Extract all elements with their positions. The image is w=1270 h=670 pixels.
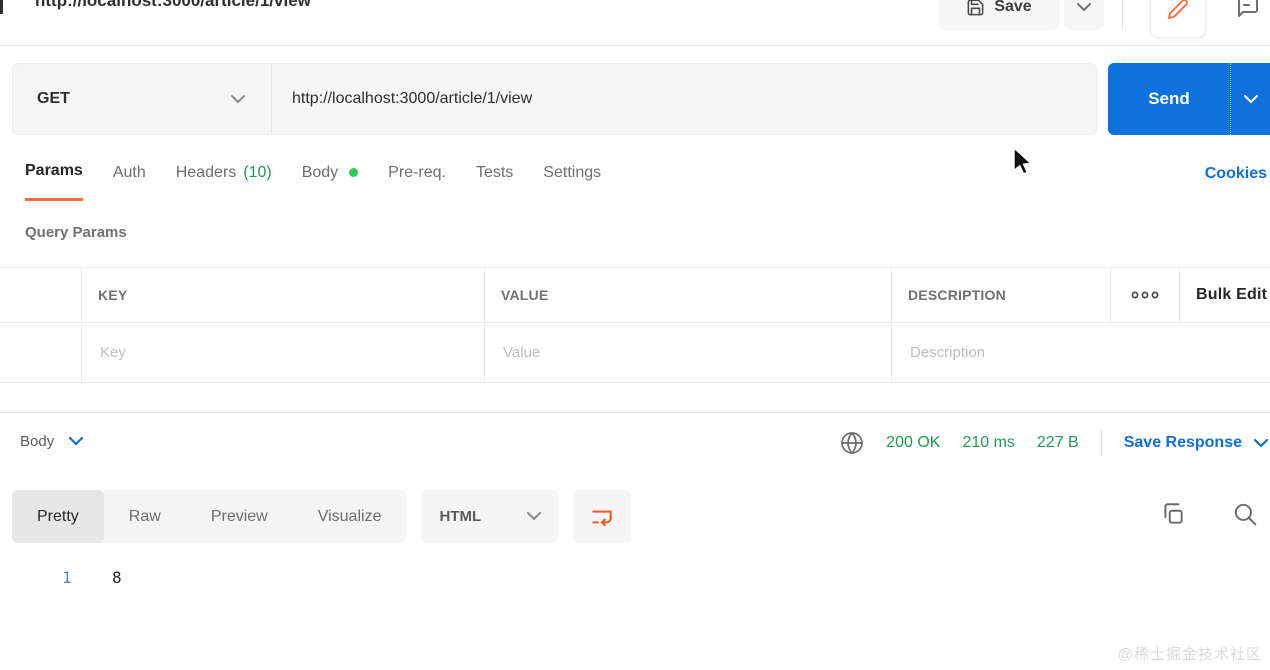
response-body-content: 8 [112,568,122,587]
description-column-header: DESCRIPTION [891,268,1110,322]
response-view-tabs: Pretty Raw Preview Visualize [12,490,407,543]
tab-settings[interactable]: Settings [543,160,601,201]
wrap-text-button[interactable] [573,490,632,543]
tab-pretty[interactable]: Pretty [12,490,104,543]
topbar-divider [1122,0,1123,30]
save-options-button[interactable] [1064,0,1104,30]
send-button-label[interactable]: Send [1108,63,1230,135]
request-title: http://localhost:3000/article/1/view [35,0,311,10]
headers-count-badge: (10) [243,163,272,181]
value-cell [484,323,891,382]
save-response-button[interactable]: Save Response [1124,434,1268,452]
chevron-down-icon [1243,94,1258,103]
tab-pre-request[interactable]: Pre-req. [388,160,446,201]
tab-params[interactable]: Params [25,160,83,201]
tab-headers[interactable]: Headers (10) [176,160,272,201]
chevron-down-icon [231,94,245,103]
response-stats: 200 OK 210 ms 227 B Save Response [840,430,1268,456]
tab-headers-label: Headers [175,163,237,181]
send-options-button[interactable] [1230,63,1270,135]
copy-response-button[interactable] [1160,501,1186,532]
save-response-label: Save Response [1123,434,1242,451]
cursor-pointer [1013,148,1033,175]
response-view-toolbar: Pretty Raw Preview Visualize HTML [12,490,632,543]
save-icon [967,0,984,15]
chevron-down-icon [1254,438,1268,448]
request-title-bar: http://localhost:3000/article/1/view Sav… [0,0,1270,46]
key-input[interactable] [98,343,469,362]
row-checkbox-cell [0,323,81,382]
comment-button[interactable] [1226,0,1270,28]
network-button[interactable] [840,431,864,455]
response-body-label: Body [20,433,55,450]
body-dot-indicator [349,168,359,177]
search-icon [1234,503,1257,526]
send-button[interactable]: Send [1108,63,1270,135]
value-column-header: VALUE [484,268,891,322]
watermark: @稀土掘金技术社区 [1117,646,1262,663]
stats-divider [1100,430,1102,456]
line-number: 1 [62,568,72,587]
copy-icon [1164,503,1183,524]
response-format-label: HTML [439,508,482,525]
more-options-icon [1131,291,1159,299]
search-response-button[interactable] [1232,501,1258,532]
request-tabs: Params Auth Headers (10) Body Pre-req. T… [25,160,601,201]
tab-edge-mark [0,0,3,14]
tab-body[interactable]: Body [301,160,359,201]
url-input[interactable] [272,64,1096,134]
cookies-link[interactable]: Cookies [1205,165,1267,183]
chevron-down-icon [1077,2,1091,11]
checkbox-column-header [0,268,81,322]
request-url-bar: GET [12,63,1097,135]
tab-tests[interactable]: Tests [476,160,513,201]
tab-auth[interactable]: Auth [113,160,146,201]
save-button[interactable]: Save [938,0,1060,30]
value-input[interactable] [501,343,876,362]
key-column-header: KEY [81,268,484,322]
query-params-title: Query Params [25,224,127,241]
method-label: GET [37,90,70,107]
description-input[interactable] [908,343,1256,362]
wrap-text-icon [592,510,613,526]
table-header-row: KEY VALUE DESCRIPTION Bulk Edit [0,267,1270,323]
response-time[interactable]: 210 ms [962,434,1014,452]
app-window: http://localhost:3000/article/1/view Sav… [0,0,1270,670]
tab-body-label: Body [301,163,339,181]
comment-icon [1238,0,1258,17]
tab-visualize[interactable]: Visualize [293,490,407,543]
bulk-edit-button[interactable]: Bulk Edit [1179,268,1270,322]
key-cell [81,323,484,382]
chevron-down-icon [69,437,84,446]
method-select[interactable]: GET [13,64,272,134]
query-params-table: KEY VALUE DESCRIPTION Bulk Edit [0,267,1270,383]
response-size[interactable]: 227 B [1037,434,1079,452]
response-body-select[interactable]: Body [20,433,84,450]
save-button-label: Save [994,0,1032,15]
tab-raw[interactable]: Raw [104,490,186,543]
response-body-viewer[interactable]: 1 8 @稀土掘金技术社区 [0,543,1270,670]
status-badge[interactable]: 200 OK [886,434,940,452]
table-row [0,323,1270,383]
tab-preview[interactable]: Preview [186,490,293,543]
description-cell [891,323,1270,382]
pane-divider[interactable] [0,412,1270,413]
pencil-icon [1167,0,1188,20]
chevron-down-icon [527,512,542,521]
more-options-button[interactable] [1110,268,1179,322]
response-format-select[interactable]: HTML [421,490,559,543]
edit-button[interactable] [1150,0,1206,38]
globe-icon [841,431,864,455]
